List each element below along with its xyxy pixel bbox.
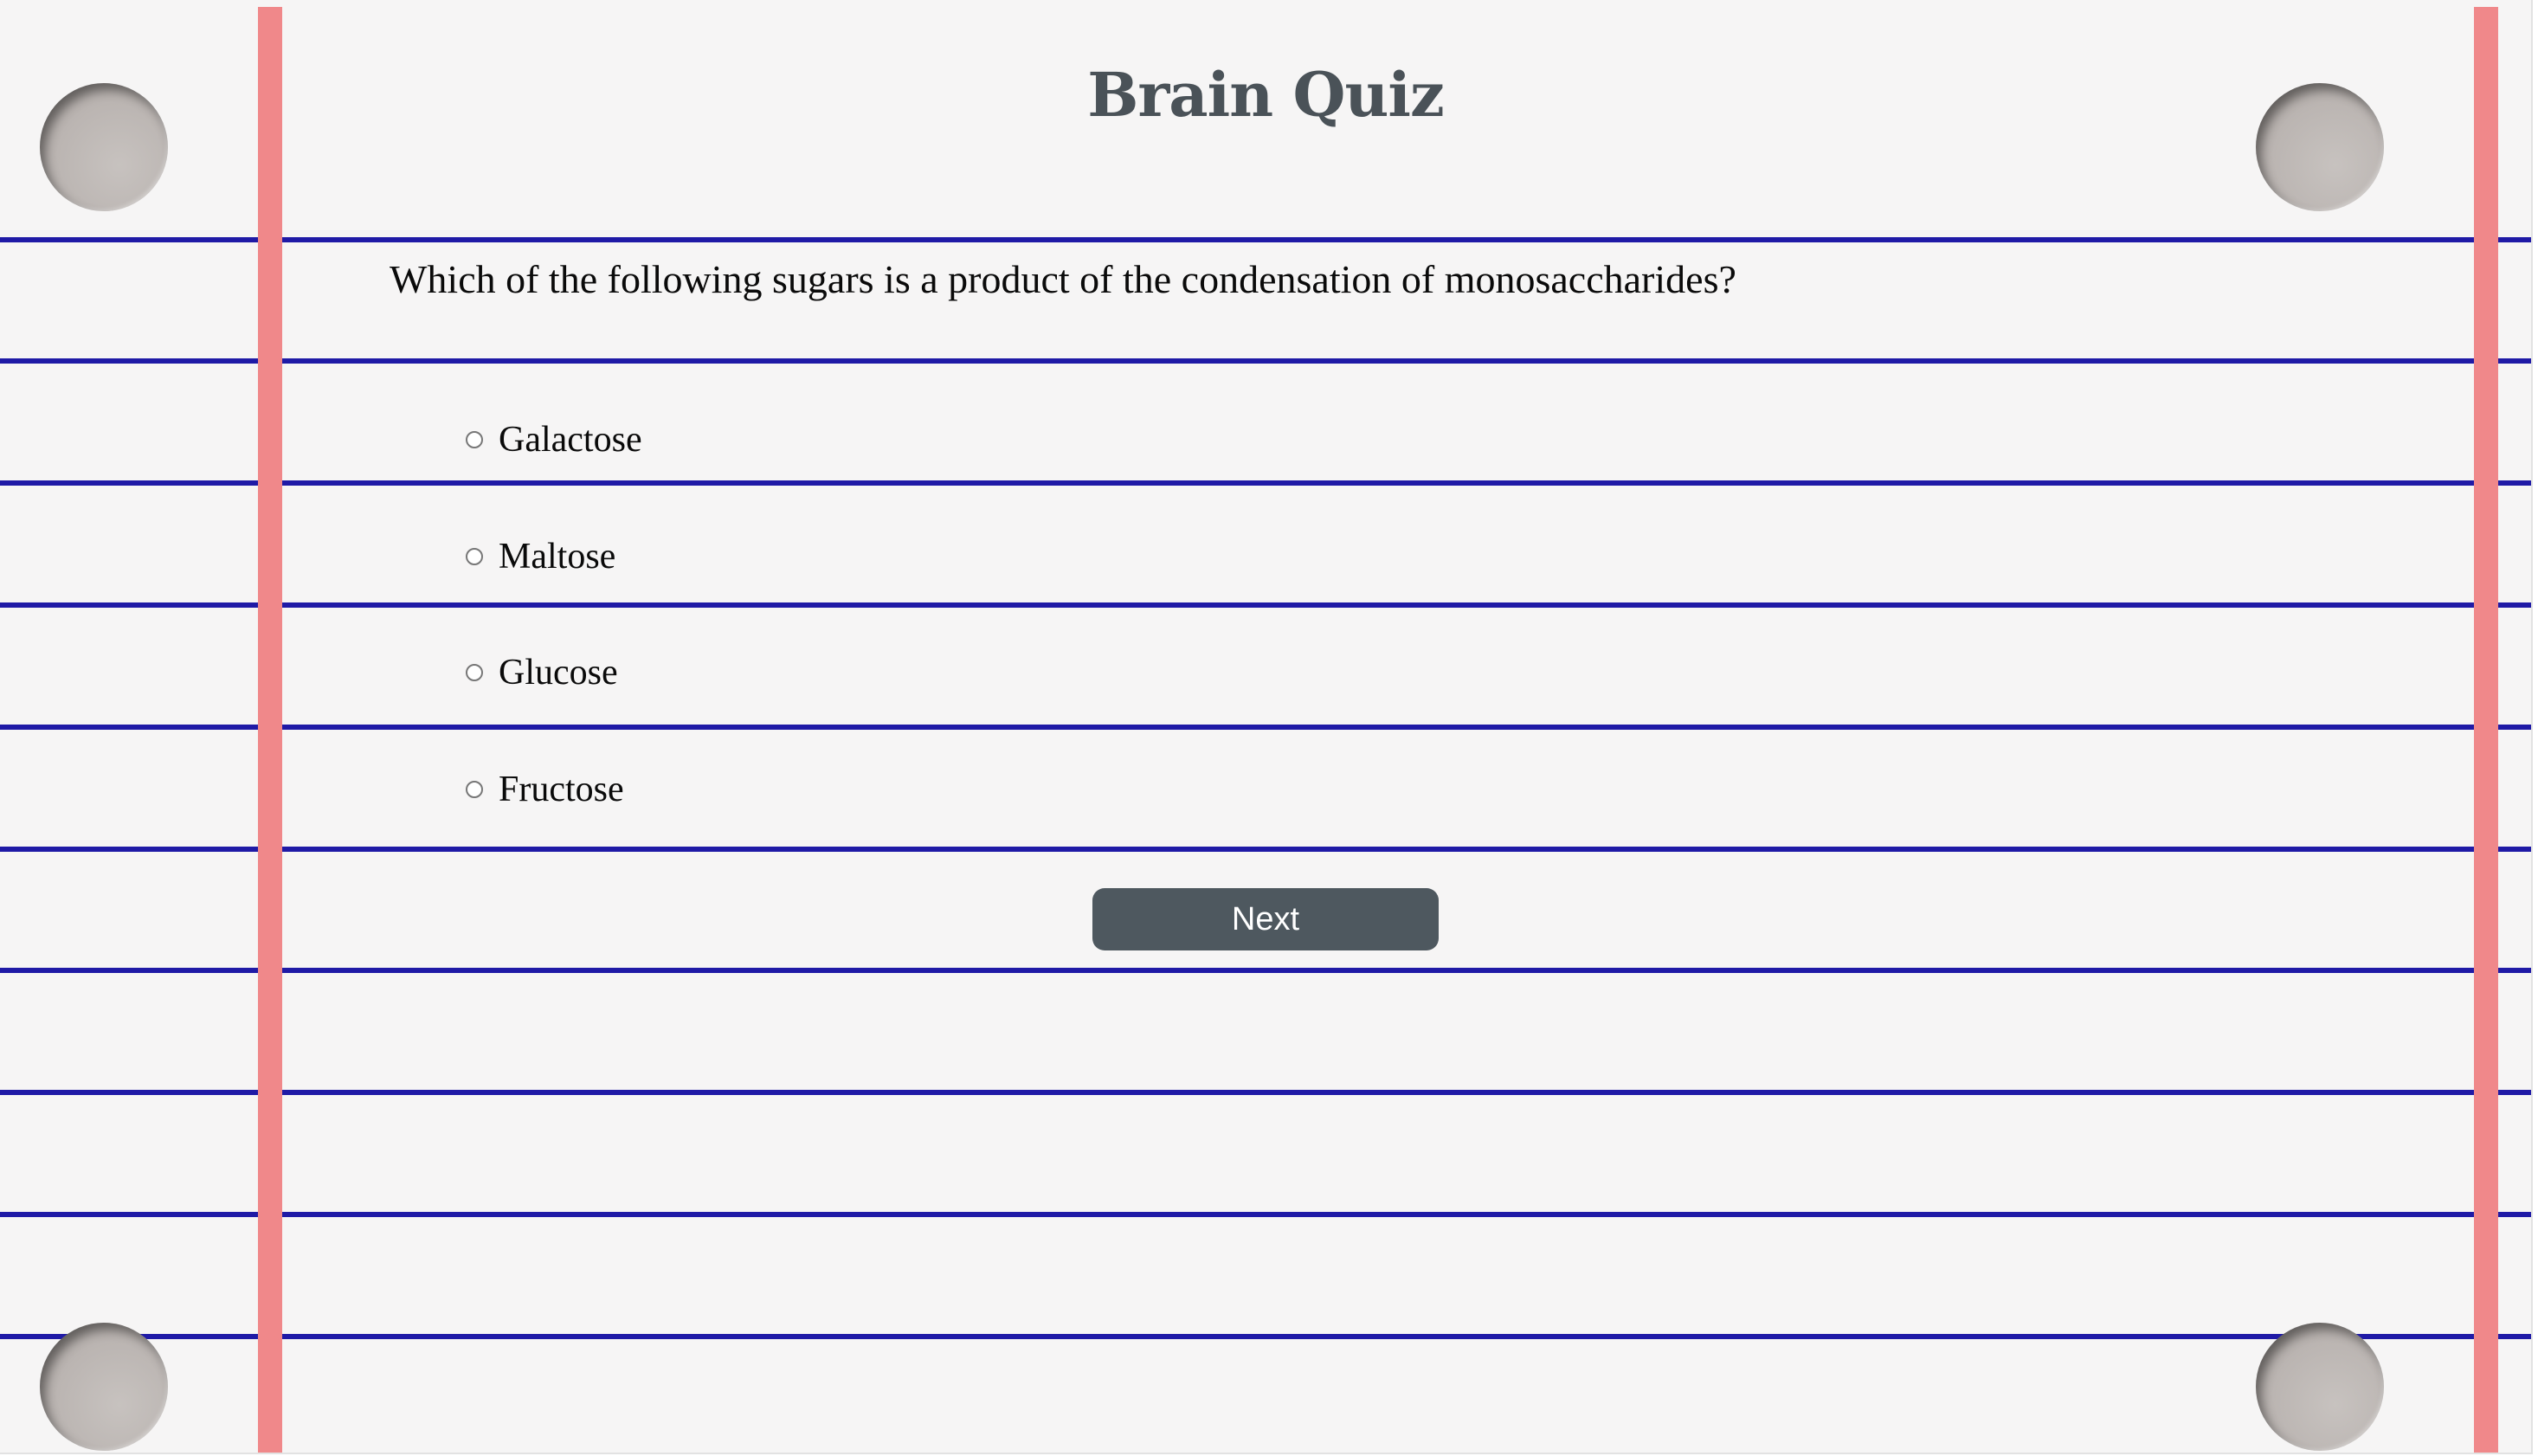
radio-button[interactable] [466,548,483,565]
option-glucose[interactable]: Glucose [466,647,618,699]
ruled-line [0,968,2531,973]
ruled-line [0,725,2531,730]
punch-hole-bottom-right [2256,1323,2384,1451]
punch-hole-bottom-left [40,1323,168,1451]
option-fructose[interactable]: Fructose [466,763,624,815]
ruled-line [0,602,2531,608]
ruled-line [0,1090,2531,1095]
option-label: Galactose [499,420,642,460]
question-text: Which of the following sugars is a produ… [390,257,1736,301]
page-title: Brain Quiz [1087,59,1444,131]
option-maltose[interactable]: Maltose [466,531,615,583]
next-button[interactable]: Next [1092,888,1439,950]
option-label: Glucose [499,653,618,693]
right-margin-line [2474,7,2498,1453]
notebook-paper: Brain Quiz Which of the following sugars… [0,0,2533,1454]
ruled-line [0,237,2531,242]
left-margin-line [258,7,282,1453]
ruled-line [0,847,2531,852]
radio-button[interactable] [466,664,483,681]
ruled-line [0,480,2531,486]
ruled-line [0,358,2531,364]
option-label: Maltose [499,537,616,577]
option-galactose[interactable]: Galactose [466,414,642,466]
radio-button[interactable] [466,781,483,798]
radio-button[interactable] [466,431,483,448]
ruled-line [0,1212,2531,1217]
option-label: Fructose [499,770,624,809]
ruled-line [0,1334,2531,1339]
